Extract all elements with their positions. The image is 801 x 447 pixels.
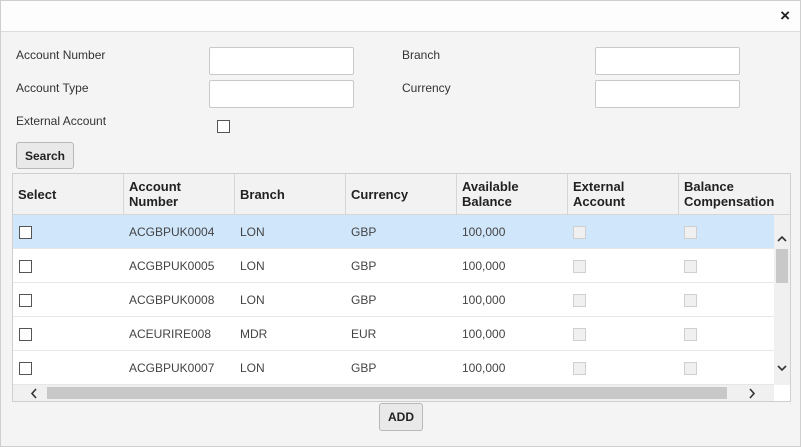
- balance-compensation-checkbox-disabled: [684, 260, 697, 273]
- row-select-checkbox[interactable]: [19, 294, 32, 307]
- account-number-input[interactable]: [209, 47, 354, 75]
- table-row[interactable]: ACGBPUK0005 LON GBP 100,000: [13, 249, 774, 283]
- external-account-checkbox-disabled: [573, 362, 586, 375]
- row-select-checkbox[interactable]: [19, 226, 32, 239]
- scroll-down-icon[interactable]: [777, 360, 787, 374]
- horizontal-scrollbar[interactable]: [13, 385, 774, 401]
- account-number-cell: ACGBPUK0005: [129, 259, 215, 273]
- balance-compensation-checkbox-disabled: [684, 362, 697, 375]
- row-select-checkbox[interactable]: [19, 362, 32, 375]
- branch-cell: LON: [240, 225, 265, 239]
- column-header-balance-compensation[interactable]: Balance Compensation: [679, 174, 790, 214]
- branch-cell: LON: [240, 259, 265, 273]
- available-balance-cell: 100,000: [462, 259, 506, 273]
- external-account-checkbox-disabled: [573, 294, 586, 307]
- column-header-select: Select: [13, 174, 124, 214]
- branch-cell: MDR: [240, 327, 268, 341]
- currency-cell: GBP: [351, 259, 377, 273]
- table-row[interactable]: ACGBPUK0008 LON GBP 100,000: [13, 283, 774, 317]
- account-number-label: Account Number: [16, 48, 106, 62]
- branch-label: Branch: [402, 48, 441, 62]
- vertical-scrollbar[interactable]: [774, 215, 790, 385]
- close-icon[interactable]: ×: [780, 7, 790, 25]
- available-balance-cell: 100,000: [462, 293, 506, 307]
- currency-label: Currency: [402, 81, 451, 95]
- table-row[interactable]: ACGBPUK0007 LON GBP 100,000: [13, 351, 774, 385]
- column-header-account-number[interactable]: Account Number: [124, 174, 235, 214]
- row-select-checkbox[interactable]: [19, 260, 32, 273]
- branch-input[interactable]: [595, 47, 740, 75]
- account-number-cell: ACGBPUK0004: [129, 225, 215, 239]
- account-type-input[interactable]: [209, 80, 354, 108]
- add-button[interactable]: ADD: [379, 403, 423, 431]
- external-account-checkbox-disabled: [573, 226, 586, 239]
- branch-cell: LON: [240, 293, 265, 307]
- column-header-branch[interactable]: Branch: [235, 174, 346, 214]
- column-header-available-balance[interactable]: Available Balance: [457, 174, 568, 214]
- dialog-titlebar: ×: [1, 1, 800, 32]
- external-account-label: External Account: [16, 114, 107, 128]
- available-balance-cell: 100,000: [462, 225, 506, 239]
- horizontal-scroll-thumb[interactable]: [47, 387, 727, 399]
- account-type-label: Account Type: [16, 81, 89, 95]
- scroll-left-icon[interactable]: [30, 387, 37, 401]
- account-lookup-dialog: × Account Number Branch Account Type Cur…: [0, 0, 801, 447]
- account-number-cell: ACGBPUK0007: [129, 361, 215, 375]
- accounts-table: Select Account Number Branch Currency Av…: [12, 173, 791, 402]
- currency-cell: GBP: [351, 293, 377, 307]
- available-balance-cell: 100,000: [462, 327, 506, 341]
- external-account-checkbox-disabled: [573, 328, 586, 341]
- currency-cell: EUR: [351, 327, 377, 341]
- scroll-right-icon[interactable]: [749, 387, 756, 401]
- table-header: Select Account Number Branch Currency Av…: [13, 174, 790, 215]
- scroll-up-icon[interactable]: [777, 230, 787, 244]
- balance-compensation-checkbox-disabled: [684, 328, 697, 341]
- vertical-scroll-thumb[interactable]: [776, 249, 788, 283]
- balance-compensation-checkbox-disabled: [684, 294, 697, 307]
- account-number-cell: ACEURIRE008: [129, 327, 212, 341]
- account-number-cell: ACGBPUK0008: [129, 293, 215, 307]
- table-row[interactable]: ACGBPUK0004 LON GBP 100,000: [13, 215, 774, 249]
- balance-compensation-checkbox-disabled: [684, 226, 697, 239]
- external-account-checkbox[interactable]: [217, 120, 230, 133]
- column-header-external-account[interactable]: External Account: [568, 174, 679, 214]
- branch-cell: LON: [240, 361, 265, 375]
- search-button[interactable]: Search: [16, 142, 74, 169]
- currency-cell: GBP: [351, 361, 377, 375]
- available-balance-cell: 100,000: [462, 361, 506, 375]
- currency-input[interactable]: [595, 80, 740, 108]
- external-account-checkbox-disabled: [573, 260, 586, 273]
- column-header-currency[interactable]: Currency: [346, 174, 457, 214]
- table-row[interactable]: ACEURIRE008 MDR EUR 100,000: [13, 317, 774, 351]
- currency-cell: GBP: [351, 225, 377, 239]
- row-select-checkbox[interactable]: [19, 328, 32, 341]
